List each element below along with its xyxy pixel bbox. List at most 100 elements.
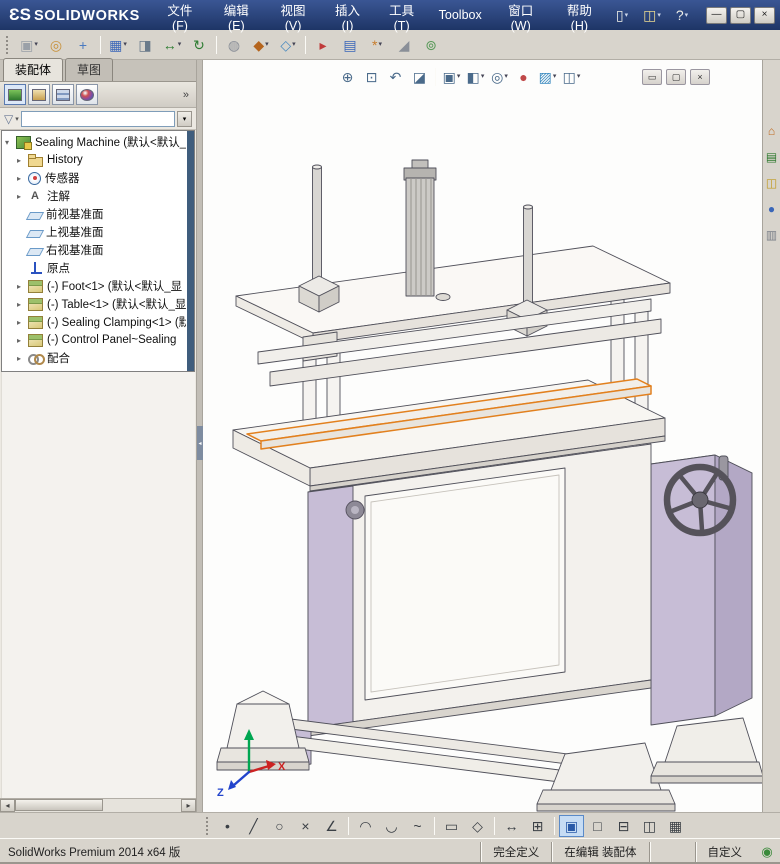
expander-icon[interactable]: ▸: [17, 318, 27, 327]
sketch-tangent-arc-button[interactable]: ◡: [379, 815, 404, 837]
tree-scrollbar[interactable]: [187, 131, 194, 371]
displaymanager-tab[interactable]: [76, 84, 98, 105]
zoom-to-area-button[interactable]: ⊡: [360, 66, 383, 87]
insert-components-button[interactable]: ▣ ▾: [16, 33, 42, 57]
new-motion-study-button[interactable]: ▸: [310, 33, 336, 57]
hide-show-items-button[interactable]: ◎ ▾: [488, 66, 511, 87]
smart-fasteners-button[interactable]: +: [70, 33, 96, 57]
sketch-circle-button[interactable]: ○: [267, 815, 292, 837]
expander-icon[interactable]: ▸: [17, 192, 27, 201]
view-settings-button[interactable]: ◫ ▾: [560, 66, 583, 87]
sketch-arc-button[interactable]: ◠: [353, 815, 378, 837]
tree-item-control-panel[interactable]: ▸ (-) Control Panel~Sealing: [2, 331, 186, 349]
instant3d-button[interactable]: ◢: [391, 33, 417, 57]
featuremanager-tab[interactable]: [4, 84, 26, 105]
model-cabinet[interactable]: [307, 443, 652, 737]
propertymanager-tab[interactable]: [28, 84, 50, 105]
new-document-button[interactable]: ▯ ▾: [608, 4, 636, 26]
show-hidden-components-button[interactable]: ◍: [221, 33, 247, 57]
tree-item-top-plane[interactable]: 上视基准面: [2, 223, 186, 241]
menu-insert[interactable]: 插入(I): [321, 0, 373, 33]
tab-assembly[interactable]: 装配体: [3, 58, 64, 81]
bill-of-materials-button[interactable]: ▤: [337, 33, 363, 57]
maximize-button[interactable]: ▢: [730, 6, 751, 24]
manager-overflow-chevron[interactable]: »: [183, 89, 192, 101]
sketch-spline-button[interactable]: ~: [405, 815, 430, 837]
apply-scene-button[interactable]: ▨ ▾: [536, 66, 559, 87]
sketch-line-button[interactable]: ╱: [241, 815, 266, 837]
assembly-features-button[interactable]: ◆ ▾: [248, 33, 274, 57]
view-orientation-button[interactable]: ▣ ▾: [440, 66, 463, 87]
open-button[interactable]: ◫ ▾: [638, 4, 666, 26]
reference-geometry-button[interactable]: ◇ ▾: [275, 33, 301, 57]
menu-toolbox[interactable]: Toolbox: [430, 0, 491, 30]
tree-item-foot[interactable]: ▸ (-) Foot<1> (默认<默认_显: [2, 277, 186, 295]
tree-item-sealing-clamping[interactable]: ▸ (-) Sealing Clamping<1> (默: [2, 313, 186, 331]
smart-dimension-button[interactable]: ↔: [499, 815, 524, 837]
document-close-button[interactable]: ×: [690, 69, 710, 85]
viewport-two-horizontal-button[interactable]: ⊟: [611, 815, 636, 837]
task-pane-resources-tab[interactable]: ⌂: [763, 122, 780, 139]
tab-sketch[interactable]: 草图: [65, 58, 114, 81]
tree-item-history[interactable]: ▸ History: [2, 151, 186, 169]
filter-input[interactable]: [20, 110, 175, 127]
tree-item-front-plane[interactable]: 前视基准面: [2, 205, 186, 223]
display-style-button[interactable]: ◧ ▾: [464, 66, 487, 87]
tree-item-mates[interactable]: ▸ 配合: [2, 349, 186, 367]
sketch-trim-button[interactable]: ×: [293, 815, 318, 837]
exploded-view-button[interactable]: * ▾: [364, 33, 390, 57]
sketch-point-button[interactable]: •: [215, 815, 240, 837]
tree-item-sensors[interactable]: ▸ 传感器: [2, 169, 186, 187]
expander-icon[interactable]: ▾: [5, 138, 15, 147]
viewport-single-button[interactable]: □: [585, 815, 610, 837]
scrollbar-track[interactable]: [15, 799, 181, 812]
configurationmanager-tab[interactable]: [52, 84, 74, 105]
tree-item-right-plane[interactable]: 右视基准面: [2, 241, 186, 259]
tree-item-sealing-machine[interactable]: ▾ Sealing Machine (默认<默认_显: [2, 133, 186, 151]
expander-icon[interactable]: ▸: [17, 282, 27, 291]
task-pane-appearances-tab[interactable]: ●: [763, 200, 780, 217]
section-view-button[interactable]: ◪: [408, 66, 431, 87]
document-minimize-button[interactable]: ▭: [642, 69, 662, 85]
linear-component-pattern-button[interactable]: ▦ ▾: [105, 33, 131, 57]
minimize-button[interactable]: —: [706, 6, 727, 24]
menu-tools[interactable]: 工具(T): [374, 0, 430, 33]
filter-combo-dropdown[interactable]: ▾: [177, 110, 192, 127]
menu-edit[interactable]: 编辑(E): [208, 0, 265, 33]
toolbar-grip[interactable]: [206, 816, 209, 835]
scrollbar-thumb[interactable]: [15, 799, 103, 811]
tree-item-table[interactable]: ▸ (-) Table<1> (默认<默认_显: [2, 295, 186, 313]
model-guide-rod-left[interactable]: [298, 164, 340, 313]
tree-item-origin[interactable]: 原点: [2, 259, 186, 277]
quick-tips-icon[interactable]: ◉: [754, 844, 780, 860]
move-component-button[interactable]: ↔ ▾: [159, 33, 185, 57]
funnel-dropdown-icon[interactable]: ▾: [15, 115, 19, 123]
previous-view-button[interactable]: ↶: [384, 66, 407, 87]
scroll-right-arrow[interactable]: ▸: [181, 799, 196, 812]
model-air-cylinder[interactable]: [403, 159, 437, 297]
component-preview-button[interactable]: ◨: [132, 33, 158, 57]
menu-file[interactable]: 文件(F): [152, 0, 208, 33]
sketch-chamfer-button[interactable]: ∠: [319, 815, 344, 837]
sketch-polygon-button[interactable]: ◇: [465, 815, 490, 837]
help-button[interactable]: ? ▾: [668, 4, 696, 26]
task-pane-design-library-tab[interactable]: ▤: [763, 148, 780, 165]
menu-window[interactable]: 窗口(W): [491, 0, 551, 33]
viewport-two-vertical-button[interactable]: ◫: [637, 815, 662, 837]
expander-icon[interactable]: ▸: [17, 156, 27, 165]
tree-item-annotations[interactable]: ▸ 注解: [2, 187, 186, 205]
menu-help[interactable]: 帮助(H): [551, 0, 608, 33]
expander-icon[interactable]: ▸: [17, 336, 27, 345]
shaded-sketch-planes-button[interactable]: ▣: [559, 814, 584, 837]
toolbar-grip[interactable]: [6, 35, 9, 54]
filter-funnel-icon[interactable]: ▽: [4, 112, 13, 126]
customize-status[interactable]: 自定义: [694, 841, 755, 862]
rotate-component-button[interactable]: ↻: [186, 33, 212, 57]
model-sealing-machine[interactable]: X Z: [203, 60, 762, 812]
graphics-area[interactable]: X Z ⊕ ⊡ ↶ ◪ ▣ ▾ ◧ ▾ ◎ ▾ ● ▨ ▾ ◫ ▾ ▭ ▢ ×: [203, 60, 762, 812]
scroll-left-arrow[interactable]: ◂: [0, 799, 15, 812]
mate-button[interactable]: ◎: [43, 33, 69, 57]
zoom-to-fit-button[interactable]: ⊕: [336, 66, 359, 87]
expander-icon[interactable]: ▸: [17, 354, 27, 363]
expander-icon[interactable]: ▸: [17, 300, 27, 309]
